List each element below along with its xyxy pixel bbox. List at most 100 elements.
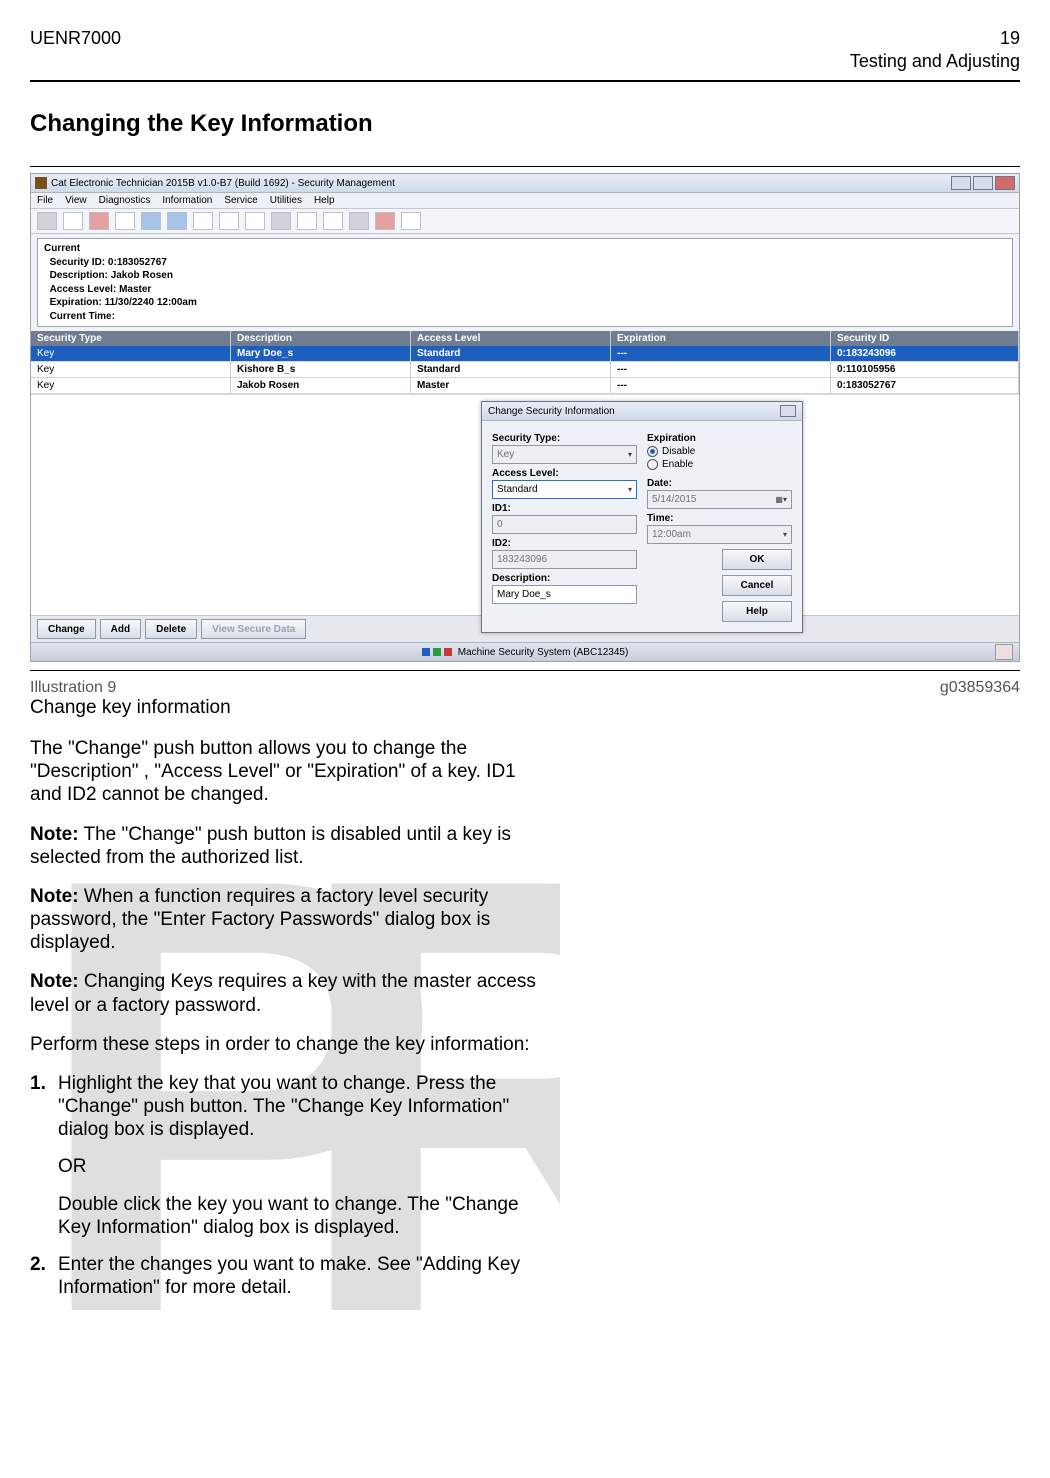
help-button[interactable]: Help	[722, 601, 792, 622]
toolbar	[31, 209, 1019, 234]
toolbar-icon[interactable]	[63, 212, 83, 230]
cell-id: 0:183052767	[831, 378, 1019, 393]
radio-enable[interactable]: Enable	[647, 459, 792, 470]
radio-dot-icon	[647, 459, 658, 470]
calendar-icon: ▦▾	[775, 495, 787, 504]
grid-empty-area: Change Security Information Security Typ…	[31, 394, 1019, 615]
dialog-close-icon[interactable]	[780, 405, 796, 417]
cancel-button[interactable]: Cancel	[722, 575, 792, 596]
status-dot-icon	[422, 648, 430, 656]
note-label: Note:	[30, 824, 79, 845]
note-text: Changing Keys requires a key with the ma…	[30, 971, 536, 1015]
toolbar-icon[interactable]	[193, 212, 213, 230]
field-access-level[interactable]: Standard▾	[492, 480, 637, 499]
window-titlebar: Cat Electronic Technician 2015B v1.0-B7 …	[31, 174, 1019, 193]
status-bar: Machine Security System (ABC12345)	[31, 642, 1019, 661]
table-row[interactable]: Key Mary Doe_s Standard --- 0:183243096	[31, 346, 1019, 362]
menu-view[interactable]: View	[65, 195, 87, 206]
toolbar-icon[interactable]	[297, 212, 317, 230]
step-or: OR	[58, 1155, 540, 1178]
status-dot-icon	[433, 648, 441, 656]
paragraph: The "Change" push button allows you to c…	[30, 737, 540, 807]
toolbar-icon[interactable]	[349, 212, 369, 230]
radio-enable-label: Enable	[662, 459, 693, 470]
delete-button[interactable]: Delete	[145, 619, 197, 639]
menu-information[interactable]: Information	[162, 195, 212, 206]
toolbar-icon[interactable]	[89, 212, 109, 230]
radio-dot-icon	[647, 446, 658, 457]
menu-service[interactable]: Service	[224, 195, 257, 206]
cell-access: Standard	[411, 362, 611, 377]
status-right-icon[interactable]	[995, 644, 1013, 660]
field-description[interactable]: Mary Doe_s	[492, 585, 637, 604]
label-time: Time:	[647, 513, 792, 524]
label-date: Date:	[647, 478, 792, 489]
toolbar-icon[interactable]	[323, 212, 343, 230]
chevron-down-icon: ▾	[628, 450, 632, 459]
label-expiration: Expiration	[647, 433, 792, 444]
minimize-button[interactable]	[951, 176, 971, 190]
menu-file[interactable]: File	[37, 195, 53, 206]
radio-disable[interactable]: Disable	[647, 446, 792, 457]
body-column: The "Change" push button allows you to c…	[30, 737, 540, 1299]
current-caption: Current	[44, 243, 80, 254]
label-access-level: Access Level:	[50, 284, 117, 295]
illustration-id: g03859364	[940, 679, 1020, 697]
keys-grid: Security Type Description Access Level E…	[31, 331, 1019, 615]
value-access-level: Master	[119, 284, 151, 295]
toolbar-icon[interactable]	[375, 212, 395, 230]
table-row[interactable]: Key Kishore B_s Standard --- 0:110105956	[31, 362, 1019, 378]
note-text: The "Change" push button is disabled unt…	[30, 824, 511, 868]
change-button[interactable]: Change	[37, 619, 96, 639]
menu-help[interactable]: Help	[314, 195, 335, 206]
col-header-exp[interactable]: Expiration	[611, 331, 831, 346]
note-text: When a function requires a factory level…	[30, 886, 490, 953]
label-current-time: Current Time:	[50, 311, 115, 322]
close-button[interactable]	[995, 176, 1015, 190]
menu-bar: File View Diagnostics Information Servic…	[31, 193, 1019, 209]
page-title: Changing the Key Information	[30, 110, 1020, 138]
cell-id: 0:110105956	[831, 362, 1019, 377]
table-row[interactable]: Key Jakob Rosen Master --- 0:183052767	[31, 378, 1019, 394]
col-header-access[interactable]: Access Level	[411, 331, 611, 346]
label-security-id: Security ID:	[50, 257, 106, 268]
menu-utilities[interactable]: Utilities	[270, 195, 302, 206]
step-text: Enter the changes you want to make. See …	[58, 1253, 540, 1299]
radio-disable-label: Disable	[662, 446, 695, 457]
note-label: Note:	[30, 886, 79, 907]
header-rule	[30, 80, 1020, 82]
toolbar-icon[interactable]	[167, 212, 187, 230]
status-text: Machine Security System (ABC12345)	[458, 647, 629, 658]
chevron-down-icon: ▾	[628, 485, 632, 494]
toolbar-icon[interactable]	[141, 212, 161, 230]
value-desc: Mary Doe_s	[497, 589, 551, 600]
maximize-button[interactable]	[973, 176, 993, 190]
label-expiration: Expiration:	[50, 297, 102, 308]
label-id2: ID2:	[492, 538, 637, 549]
toolbar-icon[interactable]	[219, 212, 239, 230]
label-desc: Description:	[492, 573, 637, 584]
cell-desc: Jakob Rosen	[231, 378, 411, 393]
col-header-desc[interactable]: Description	[231, 331, 411, 346]
paragraph: Perform these steps in order to change t…	[30, 1033, 540, 1056]
value-id1: 0	[497, 519, 503, 530]
value-date: 5/14/2015	[652, 494, 697, 505]
col-header-id[interactable]: Security ID	[831, 331, 1019, 346]
field-time: 12:00am▾	[647, 525, 792, 544]
menu-diagnostics[interactable]: Diagnostics	[99, 195, 151, 206]
toolbar-icon[interactable]	[37, 212, 57, 230]
toolbar-icon[interactable]	[115, 212, 135, 230]
toolbar-icon[interactable]	[245, 212, 265, 230]
figure-bottom-rule	[30, 670, 1020, 671]
view-secure-data-button: View Secure Data	[201, 619, 306, 639]
field-id2: 183243096	[492, 550, 637, 569]
value-time: 12:00am	[652, 529, 691, 540]
toolbar-icon[interactable]	[271, 212, 291, 230]
label-access: Access Level:	[492, 468, 637, 479]
value-security-id: 0:183052767	[108, 257, 167, 268]
col-header-type[interactable]: Security Type	[31, 331, 231, 346]
ok-button[interactable]: OK	[722, 549, 792, 570]
toolbar-icon[interactable]	[401, 212, 421, 230]
add-button[interactable]: Add	[100, 619, 141, 639]
label-description: Description:	[50, 270, 108, 281]
